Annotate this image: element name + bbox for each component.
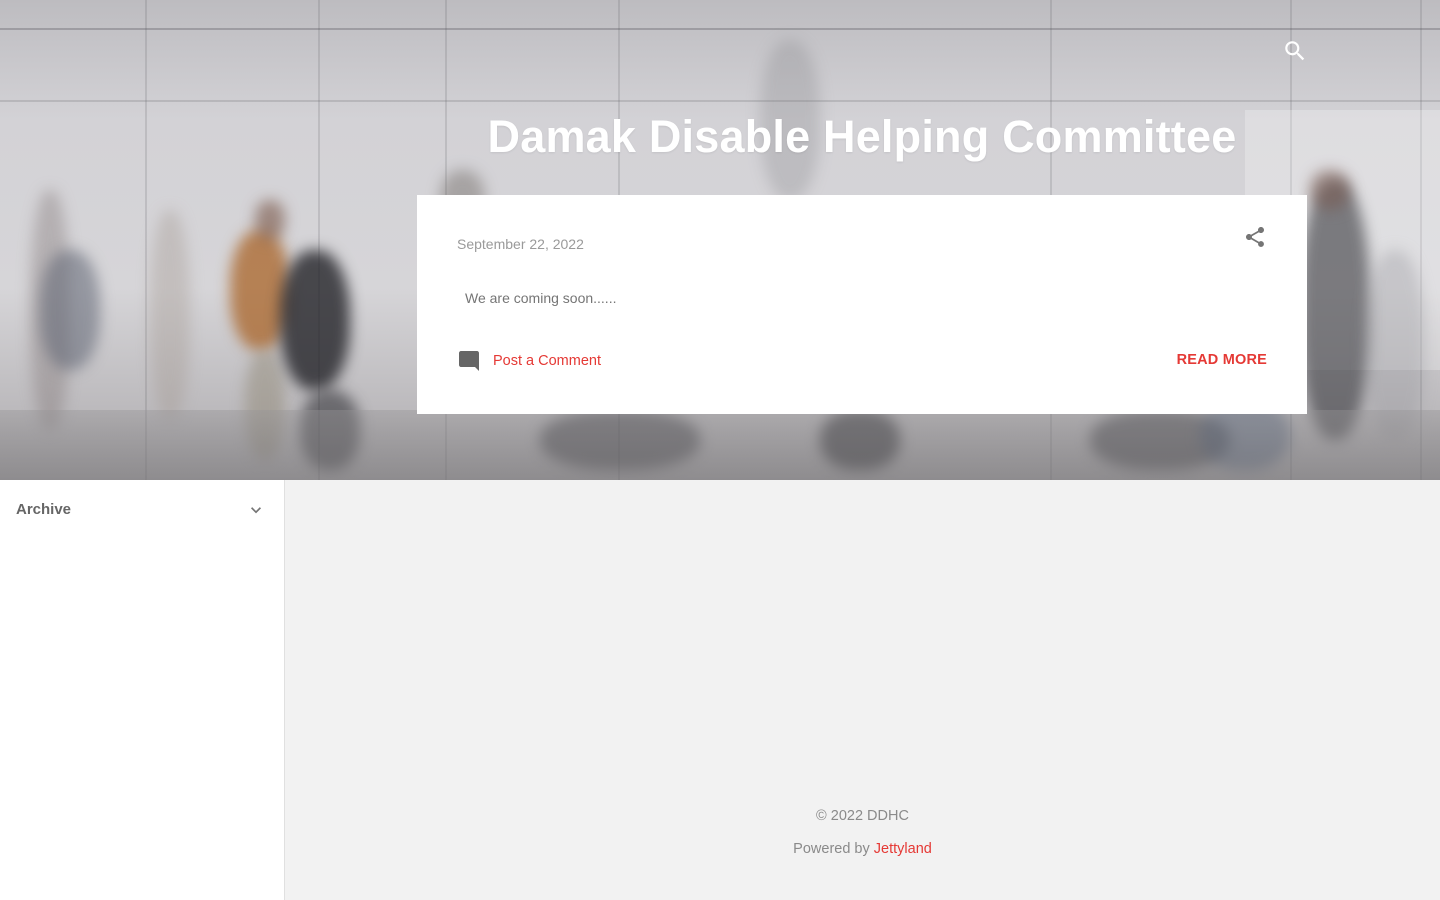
footer-powered-by: Powered by Jettyland — [285, 841, 1440, 857]
post-snippet: We are coming soon...... — [465, 290, 617, 306]
chevron-down-icon[interactable] — [246, 500, 266, 520]
post-comment-link[interactable]: Post a Comment — [457, 349, 601, 373]
search-icon — [1285, 41, 1305, 61]
archive-dropdown[interactable]: Archive — [0, 480, 284, 540]
powered-by-link[interactable]: Jettyland — [874, 841, 932, 857]
share-button[interactable] — [1243, 225, 1267, 249]
archive-title: Archive — [16, 501, 72, 518]
powered-by-label: Powered by — [793, 841, 874, 857]
search-button[interactable] — [1282, 38, 1308, 64]
sidebar: Archive — [0, 480, 285, 900]
comment-icon — [459, 351, 479, 371]
post-date[interactable]: September 22, 2022 — [457, 236, 584, 252]
blog-title[interactable]: Damak Disable Helping Committee — [417, 108, 1307, 166]
read-more-link[interactable]: READ MORE — [1177, 352, 1267, 368]
post-comment-label[interactable]: Post a Comment — [493, 353, 601, 369]
footer-copyright: © 2022 DDHC — [816, 808, 909, 824]
share-icon — [1246, 227, 1264, 247]
post-card: September 22, 2022 We are coming soon...… — [417, 195, 1307, 414]
